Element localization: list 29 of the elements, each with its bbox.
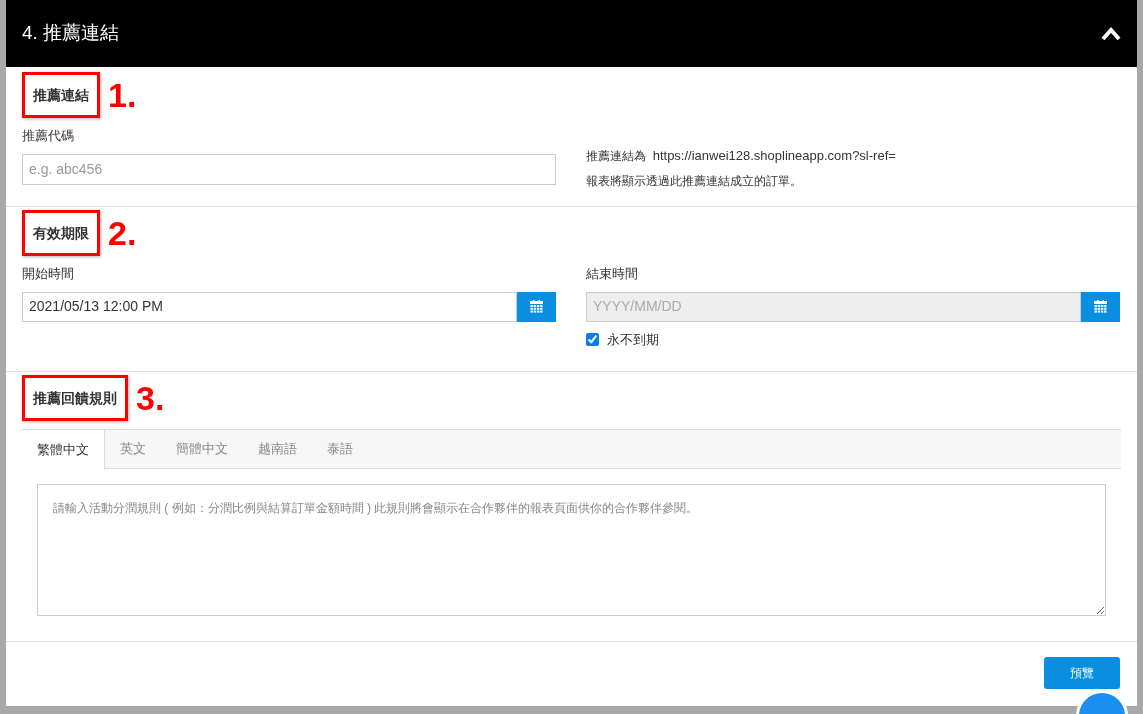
annotation-number: 2. xyxy=(108,216,137,250)
calendar-icon xyxy=(1094,300,1107,313)
panel-header[interactable]: 4. 推薦連結 xyxy=(6,0,1137,67)
calendar-button[interactable] xyxy=(1081,291,1120,322)
preview-button[interactable]: 預覽 xyxy=(1044,657,1120,689)
language-tab[interactable]: 簡體中文 xyxy=(161,430,243,468)
section-heading: 有效期限 xyxy=(33,225,89,241)
checkbox-label: 永不到期 xyxy=(607,330,659,349)
referral-code-field[interactable]: e.g. abc456 xyxy=(22,153,556,185)
chevron-icon[interactable] xyxy=(1101,26,1121,41)
annotation-number: 3. xyxy=(136,381,165,415)
never-expire-checkbox[interactable] xyxy=(586,332,599,346)
panel-title: 4. 推薦連結 xyxy=(22,21,120,46)
section-heading: 推薦回饋規則 xyxy=(33,390,117,406)
field-label: 推薦代碼 xyxy=(22,127,75,145)
language-tab[interactable]: 英文 xyxy=(105,430,161,468)
referral-link-text: 推薦連結為 https://ianwei128.shoplineapp.com?sl-ref= xyxy=(586,147,896,165)
field-label: 結束時間 xyxy=(586,265,639,283)
language-tab[interactable]: 繁體中文 xyxy=(22,430,105,470)
calendar-button[interactable] xyxy=(517,291,556,322)
calendar-icon xyxy=(530,300,543,313)
language-tab[interactable]: 泰語 xyxy=(312,430,368,468)
annotation-number: 1. xyxy=(108,78,137,112)
rules-textarea[interactable]: 請輸入活動分潤規則 ( 例如：分潤比例與結算訂單金額時間 ) 此規則將會顯示在合作夥伴的報表頁面供你的合作夥伴參閱。 xyxy=(37,484,1106,616)
field-label: 開始時間 xyxy=(22,265,75,283)
start-time-field[interactable]: 2021/05/13 12:00 PM xyxy=(22,291,517,322)
referral-note: 報表將顯示透過此推薦連結成立的訂單。 xyxy=(586,172,803,190)
section-heading: 推薦連結 xyxy=(33,87,89,103)
language-tab[interactable]: 越南語 xyxy=(243,430,312,468)
